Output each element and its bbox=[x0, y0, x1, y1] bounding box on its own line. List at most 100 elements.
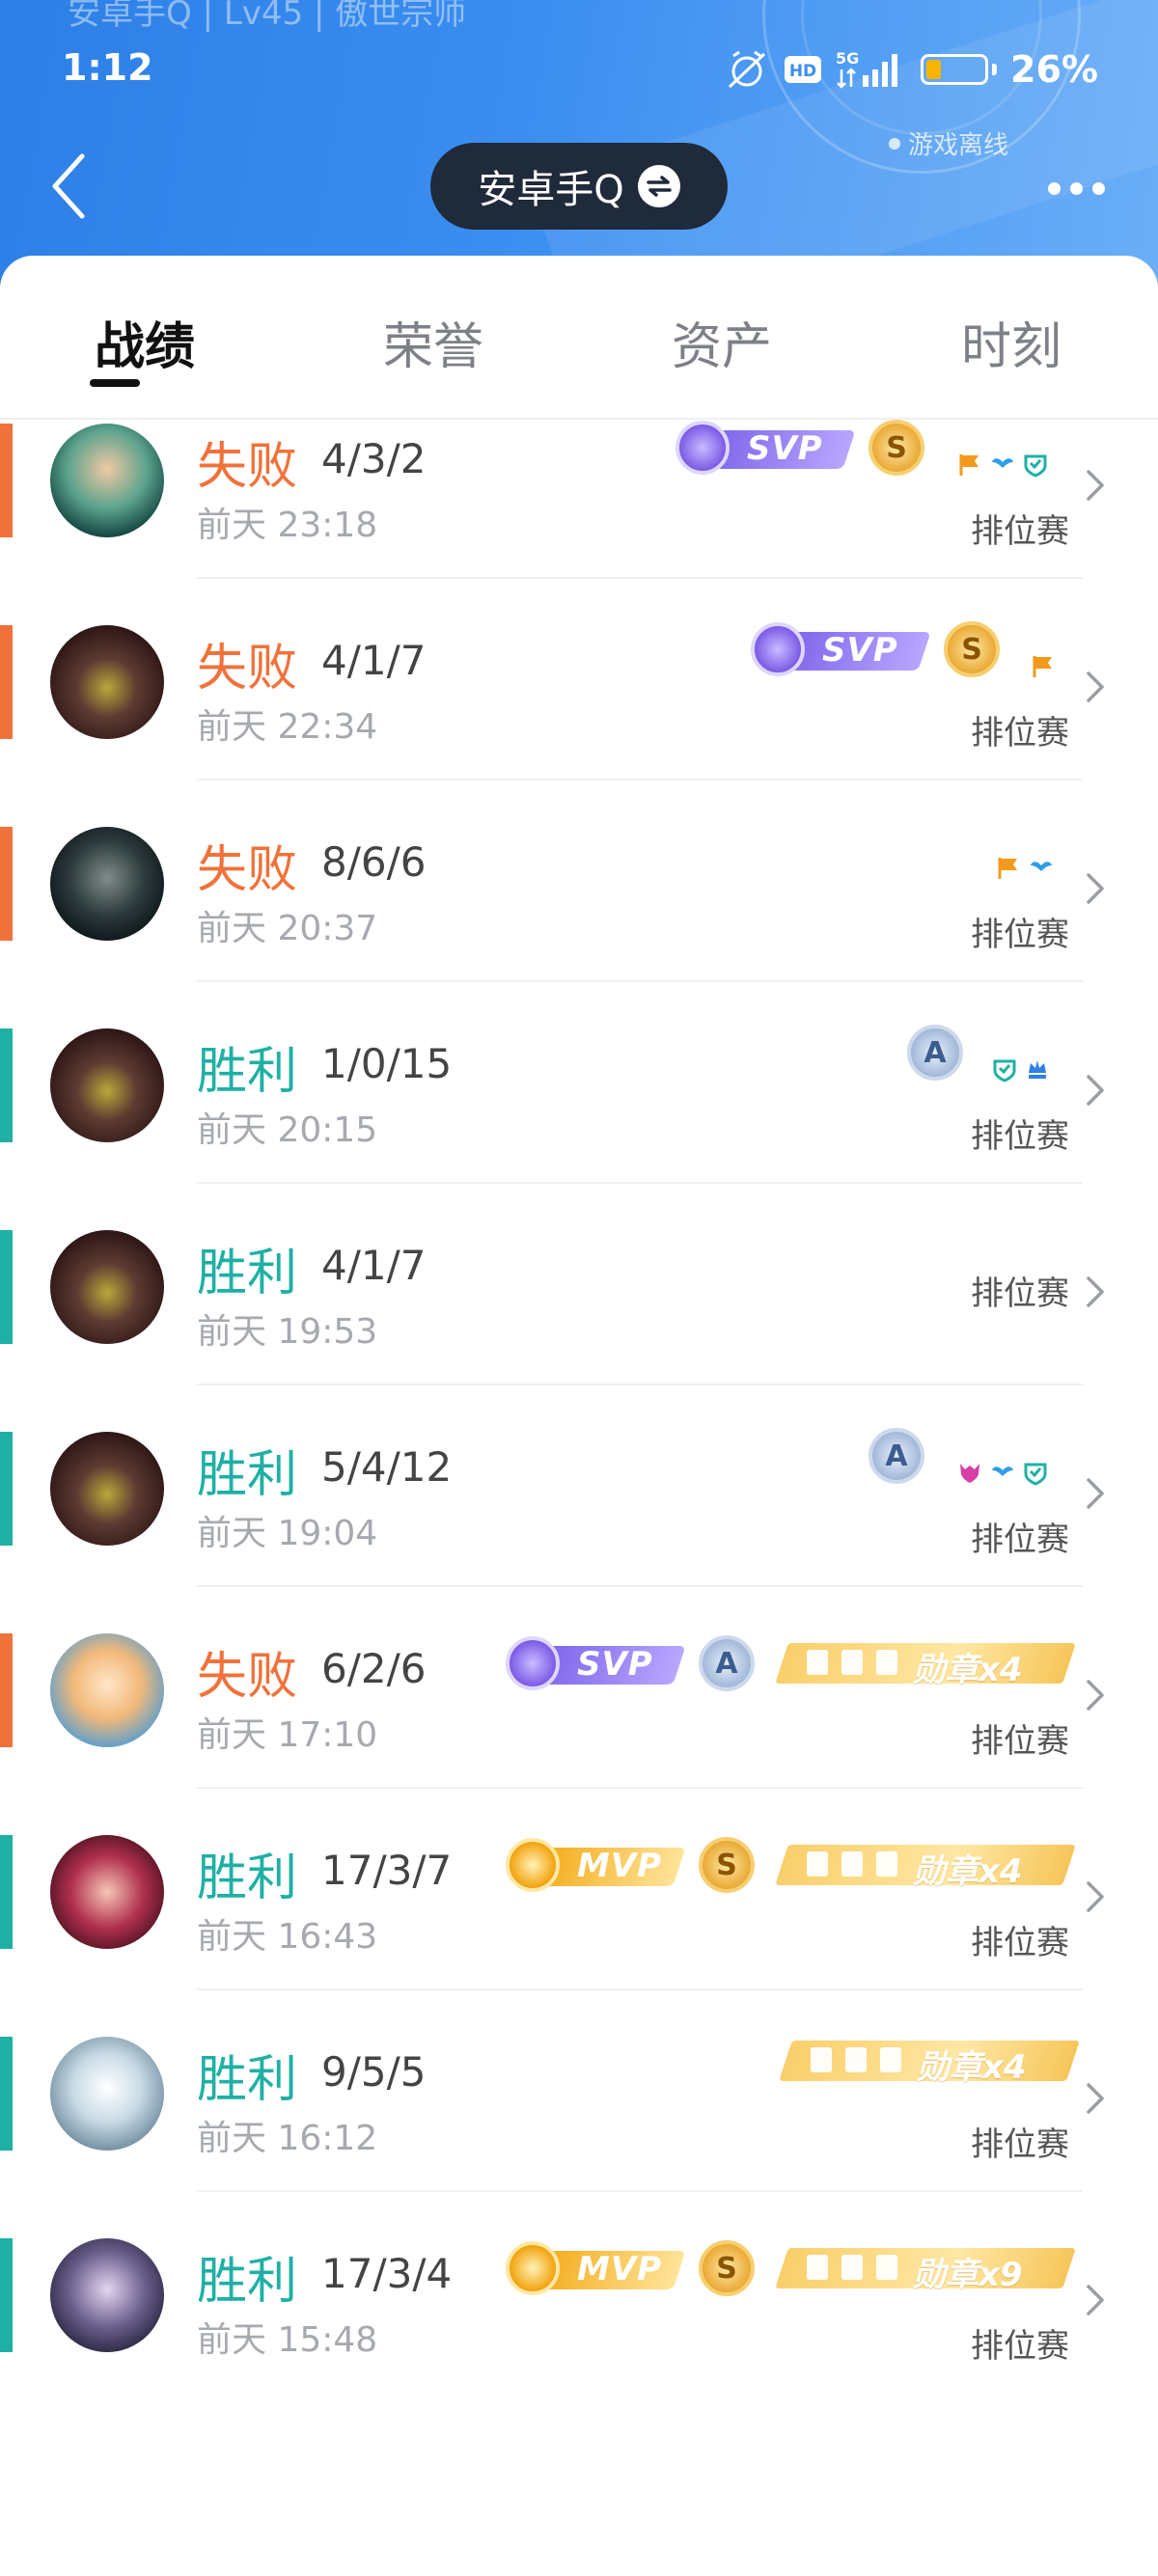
offline-label: 游戏离线 bbox=[907, 131, 1008, 160]
flag-icon bbox=[807, 1851, 828, 1877]
demon-icon bbox=[876, 1851, 897, 1877]
achievement-icons bbox=[992, 1057, 1050, 1082]
match-kda: 5/4/12 bbox=[321, 1443, 453, 1491]
swap-icon bbox=[637, 165, 680, 207]
profile-header: 安卓手Q | Lv45 | 傲世宗师 1:12 HD 5G 26% 游戏离线 安… bbox=[0, 0, 1158, 289]
tab-assets[interactable]: 资产 bbox=[625, 306, 818, 378]
row-divider bbox=[197, 1384, 1083, 1385]
row-divider bbox=[197, 1787, 1083, 1789]
profile-tabs: 战绩 荣誉 资产 时刻 bbox=[0, 256, 1158, 420]
match-kda: 6/2/6 bbox=[321, 1645, 427, 1692]
chevron-right-icon bbox=[1087, 873, 1104, 904]
match-time: 前天 17:10 bbox=[197, 1715, 378, 1755]
match-mode: 排位赛 bbox=[971, 2327, 1069, 2366]
rating-a-badge: A bbox=[907, 1025, 963, 1081]
tower-icon bbox=[811, 2047, 832, 2072]
chevron-right-icon bbox=[1087, 470, 1104, 501]
hero-avatar bbox=[50, 1835, 164, 1949]
wings-icon bbox=[992, 1466, 1013, 1482]
back-button[interactable] bbox=[44, 152, 93, 220]
match-time: 前天 20:15 bbox=[197, 1110, 378, 1150]
match-result: 胜利 bbox=[197, 1850, 298, 1907]
hd-icon: HD bbox=[785, 56, 822, 83]
signal-5g-icon: 5G bbox=[836, 49, 898, 89]
medal-count-badge: 勋章x4 bbox=[776, 2039, 1080, 2087]
chevron-right-icon bbox=[1087, 2083, 1104, 2114]
shield-icon bbox=[993, 1059, 1016, 1082]
medal-count-badge: 勋章x4 bbox=[772, 1641, 1076, 1689]
hero-avatar bbox=[50, 424, 164, 537]
account-switcher[interactable]: 安卓手Q bbox=[430, 143, 728, 230]
hero-avatar bbox=[50, 1028, 164, 1142]
more-options-button[interactable] bbox=[1033, 164, 1119, 212]
match-time: 前天 16:12 bbox=[197, 2119, 378, 2158]
chevron-right-icon bbox=[1087, 1478, 1104, 1509]
match-result: 胜利 bbox=[197, 1446, 298, 1504]
svg-text:5G: 5G bbox=[836, 49, 859, 68]
match-result: 失败 bbox=[197, 841, 298, 899]
match-mode: 排位赛 bbox=[971, 916, 1069, 954]
match-time: 前天 19:53 bbox=[197, 1312, 378, 1352]
hero-avatar bbox=[50, 2037, 164, 2151]
offline-dot-icon bbox=[888, 137, 900, 150]
tab-moments[interactable]: 时刻 bbox=[915, 306, 1108, 378]
mvp-emblem-icon bbox=[506, 1838, 560, 1892]
match-row[interactable]: 胜利 4/1/7 前天 19:53 排位赛 bbox=[0, 1226, 1158, 1428]
match-mode: 排位赛 bbox=[971, 1117, 1069, 1156]
rating-s-badge: S bbox=[868, 420, 924, 476]
match-result: 胜利 bbox=[197, 2253, 298, 2311]
hero-avatar bbox=[50, 2238, 164, 2352]
match-row[interactable]: 胜利 9/5/5 前天 16:12 勋章x4 排位赛 bbox=[0, 2033, 1158, 2234]
svp-emblem-icon bbox=[751, 622, 805, 676]
chevron-left-icon bbox=[52, 153, 85, 219]
coins-icon bbox=[841, 1851, 863, 1877]
match-row[interactable]: 失败 4/3/2 前天 23:18 SVP S 排位赛 bbox=[0, 420, 1158, 621]
chevron-right-icon bbox=[1087, 1276, 1104, 1307]
tab-honor[interactable]: 荣誉 bbox=[337, 306, 530, 378]
match-row[interactable]: 胜利 5/4/12 前天 19:04 A 排位赛 bbox=[0, 1428, 1158, 1630]
alarm-off-icon bbox=[729, 50, 766, 89]
match-row[interactable]: 失败 4/1/7 前天 22:34 SVP S 排位赛 bbox=[0, 621, 1158, 823]
svp-label: SVP bbox=[577, 1645, 653, 1684]
hero-avatar bbox=[50, 1432, 164, 1546]
flag-icon bbox=[841, 2255, 863, 2280]
match-row[interactable]: 失败 6/2/6 前天 17:10 SVP A 勋章x4 排位赛 bbox=[0, 1630, 1158, 1831]
match-result: 失败 bbox=[197, 640, 298, 698]
match-mode: 排位赛 bbox=[971, 1924, 1069, 1962]
hero-avatar bbox=[50, 1230, 164, 1344]
match-mode: 排位赛 bbox=[971, 512, 1069, 551]
match-kda: 8/6/6 bbox=[321, 838, 427, 886]
mvp-emblem-icon bbox=[506, 2241, 560, 2295]
row-divider bbox=[197, 980, 1083, 982]
battery-percent: 26% bbox=[1010, 48, 1098, 91]
match-row[interactable]: 胜利 1/0/15 前天 20:15 A 排位赛 bbox=[0, 1025, 1158, 1226]
match-kda: 4/1/7 bbox=[321, 1242, 427, 1289]
achievement-icons bbox=[957, 452, 1048, 478]
rating-s-badge: S bbox=[944, 621, 1000, 677]
hero-avatar bbox=[50, 1633, 164, 1747]
account-name: 安卓手Q bbox=[478, 168, 624, 212]
rating-s-badge: S bbox=[699, 1837, 755, 1893]
result-color-bar bbox=[0, 1633, 13, 1747]
coins-icon bbox=[876, 1650, 897, 1675]
chevron-right-icon bbox=[1087, 1680, 1104, 1711]
medal-label: 勋章x4 bbox=[917, 2048, 1027, 2087]
app-root: 安卓手Q | Lv45 | 傲世宗师 1:12 HD 5G 26% 游戏离线 安… bbox=[0, 0, 1158, 2576]
tab-record[interactable]: 战绩 bbox=[48, 306, 241, 378]
demon-icon bbox=[880, 2047, 901, 2072]
match-history-list: 失败 4/3/2 前天 23:18 SVP S 排位赛 失败 4/1/7 前天 … bbox=[0, 420, 1158, 2465]
result-color-bar bbox=[0, 625, 13, 739]
wings-icon bbox=[992, 458, 1013, 474]
mvp-label: MVP bbox=[577, 1847, 663, 1885]
chevron-right-icon bbox=[1087, 1881, 1104, 1912]
flag-icon bbox=[1033, 656, 1052, 677]
match-row[interactable]: 胜利 17/3/7 前天 16:43 MVP S 勋章x4 排位赛 bbox=[0, 1831, 1158, 2033]
svp-badge: SVP bbox=[676, 421, 856, 475]
status-bar-right: HD 5G 26% bbox=[724, 48, 1098, 91]
svg-text:HD: HD bbox=[789, 62, 816, 81]
match-mode: 排位赛 bbox=[971, 2125, 1069, 2164]
shield-icon bbox=[1024, 454, 1047, 478]
match-result: 失败 bbox=[197, 1648, 298, 1706]
match-row[interactable]: 胜利 17/3/4 前天 15:48 MVP S 勋章x9 排位赛 bbox=[0, 2234, 1158, 2436]
match-row[interactable]: 失败 8/6/6 前天 20:37 排位赛 bbox=[0, 823, 1158, 1025]
